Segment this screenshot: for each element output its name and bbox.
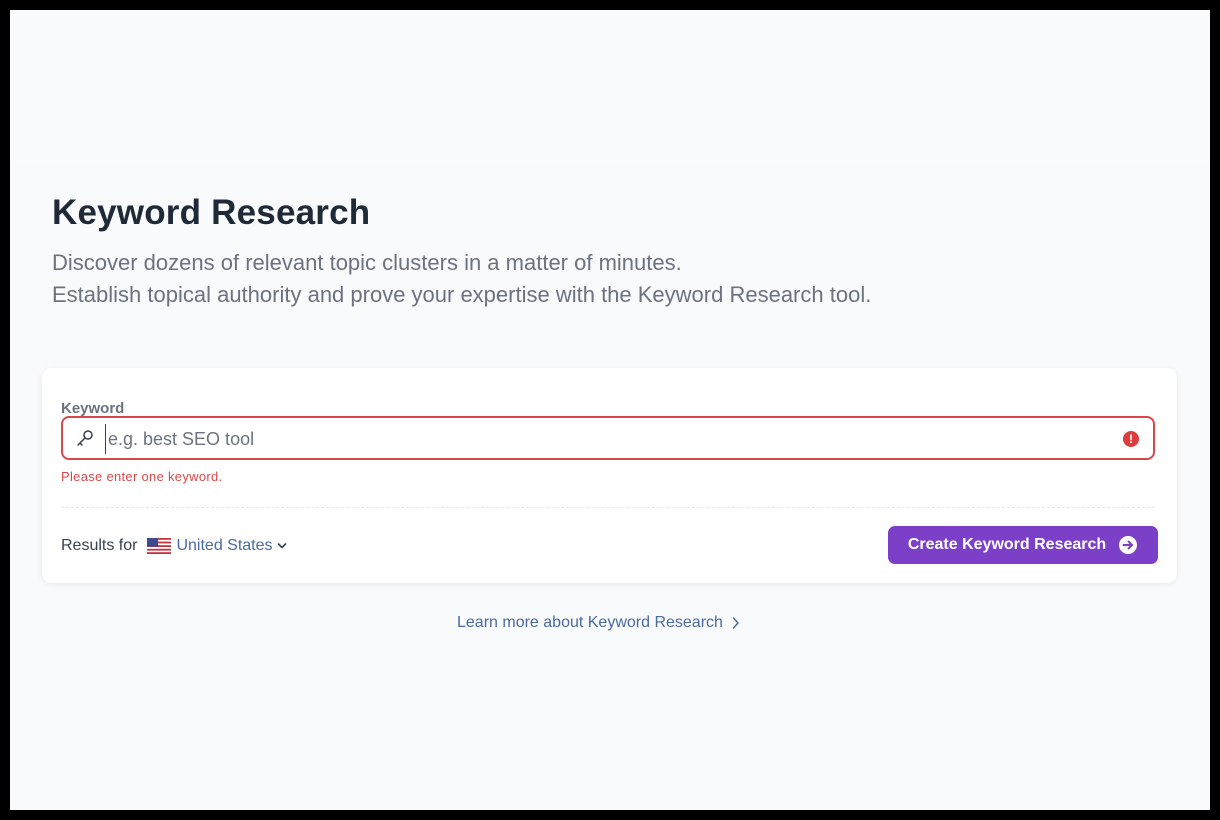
arrow-circle-right-icon — [1119, 536, 1138, 554]
us-flag-icon — [147, 538, 172, 554]
divider — [61, 507, 1155, 508]
keyword-error-message: Please enter one keyword. — [61, 469, 223, 484]
keyword-label: Keyword — [61, 400, 125, 417]
page-title: Keyword Research — [52, 193, 371, 232]
page-frame: Keyword Research Discover dozens of rele… — [10, 10, 1210, 810]
keyword-input-wrapper[interactable]: ! — [61, 416, 1155, 460]
error-icon: ! — [1123, 431, 1139, 447]
learn-more-label: Learn more about Keyword Research — [457, 614, 723, 631]
country-select[interactable]: United States — [147, 537, 286, 555]
create-keyword-research-button[interactable]: Create Keyword Research — [888, 526, 1158, 564]
results-for-row: Results for United States — [61, 536, 287, 556]
results-for-label: Results for — [61, 537, 138, 554]
page-subtitle-line-2: Establish topical authority and prove yo… — [52, 282, 872, 307]
chevron-right-icon — [732, 617, 739, 629]
top-area — [10, 10, 1210, 162]
keyword-form-card: Keyword ! Please enter one keyword. Resu… — [42, 368, 1177, 583]
chevron-down-icon — [277, 543, 286, 549]
country-label: United States — [176, 537, 273, 554]
page-subtitle-line-1: Discover dozens of relevant topic cluste… — [52, 250, 682, 275]
learn-more-link[interactable]: Learn more about Keyword Research — [457, 614, 741, 632]
create-button-label: Create Keyword Research — [907, 536, 1107, 553]
key-icon — [77, 430, 93, 446]
keyword-input[interactable] — [105, 424, 1100, 454]
